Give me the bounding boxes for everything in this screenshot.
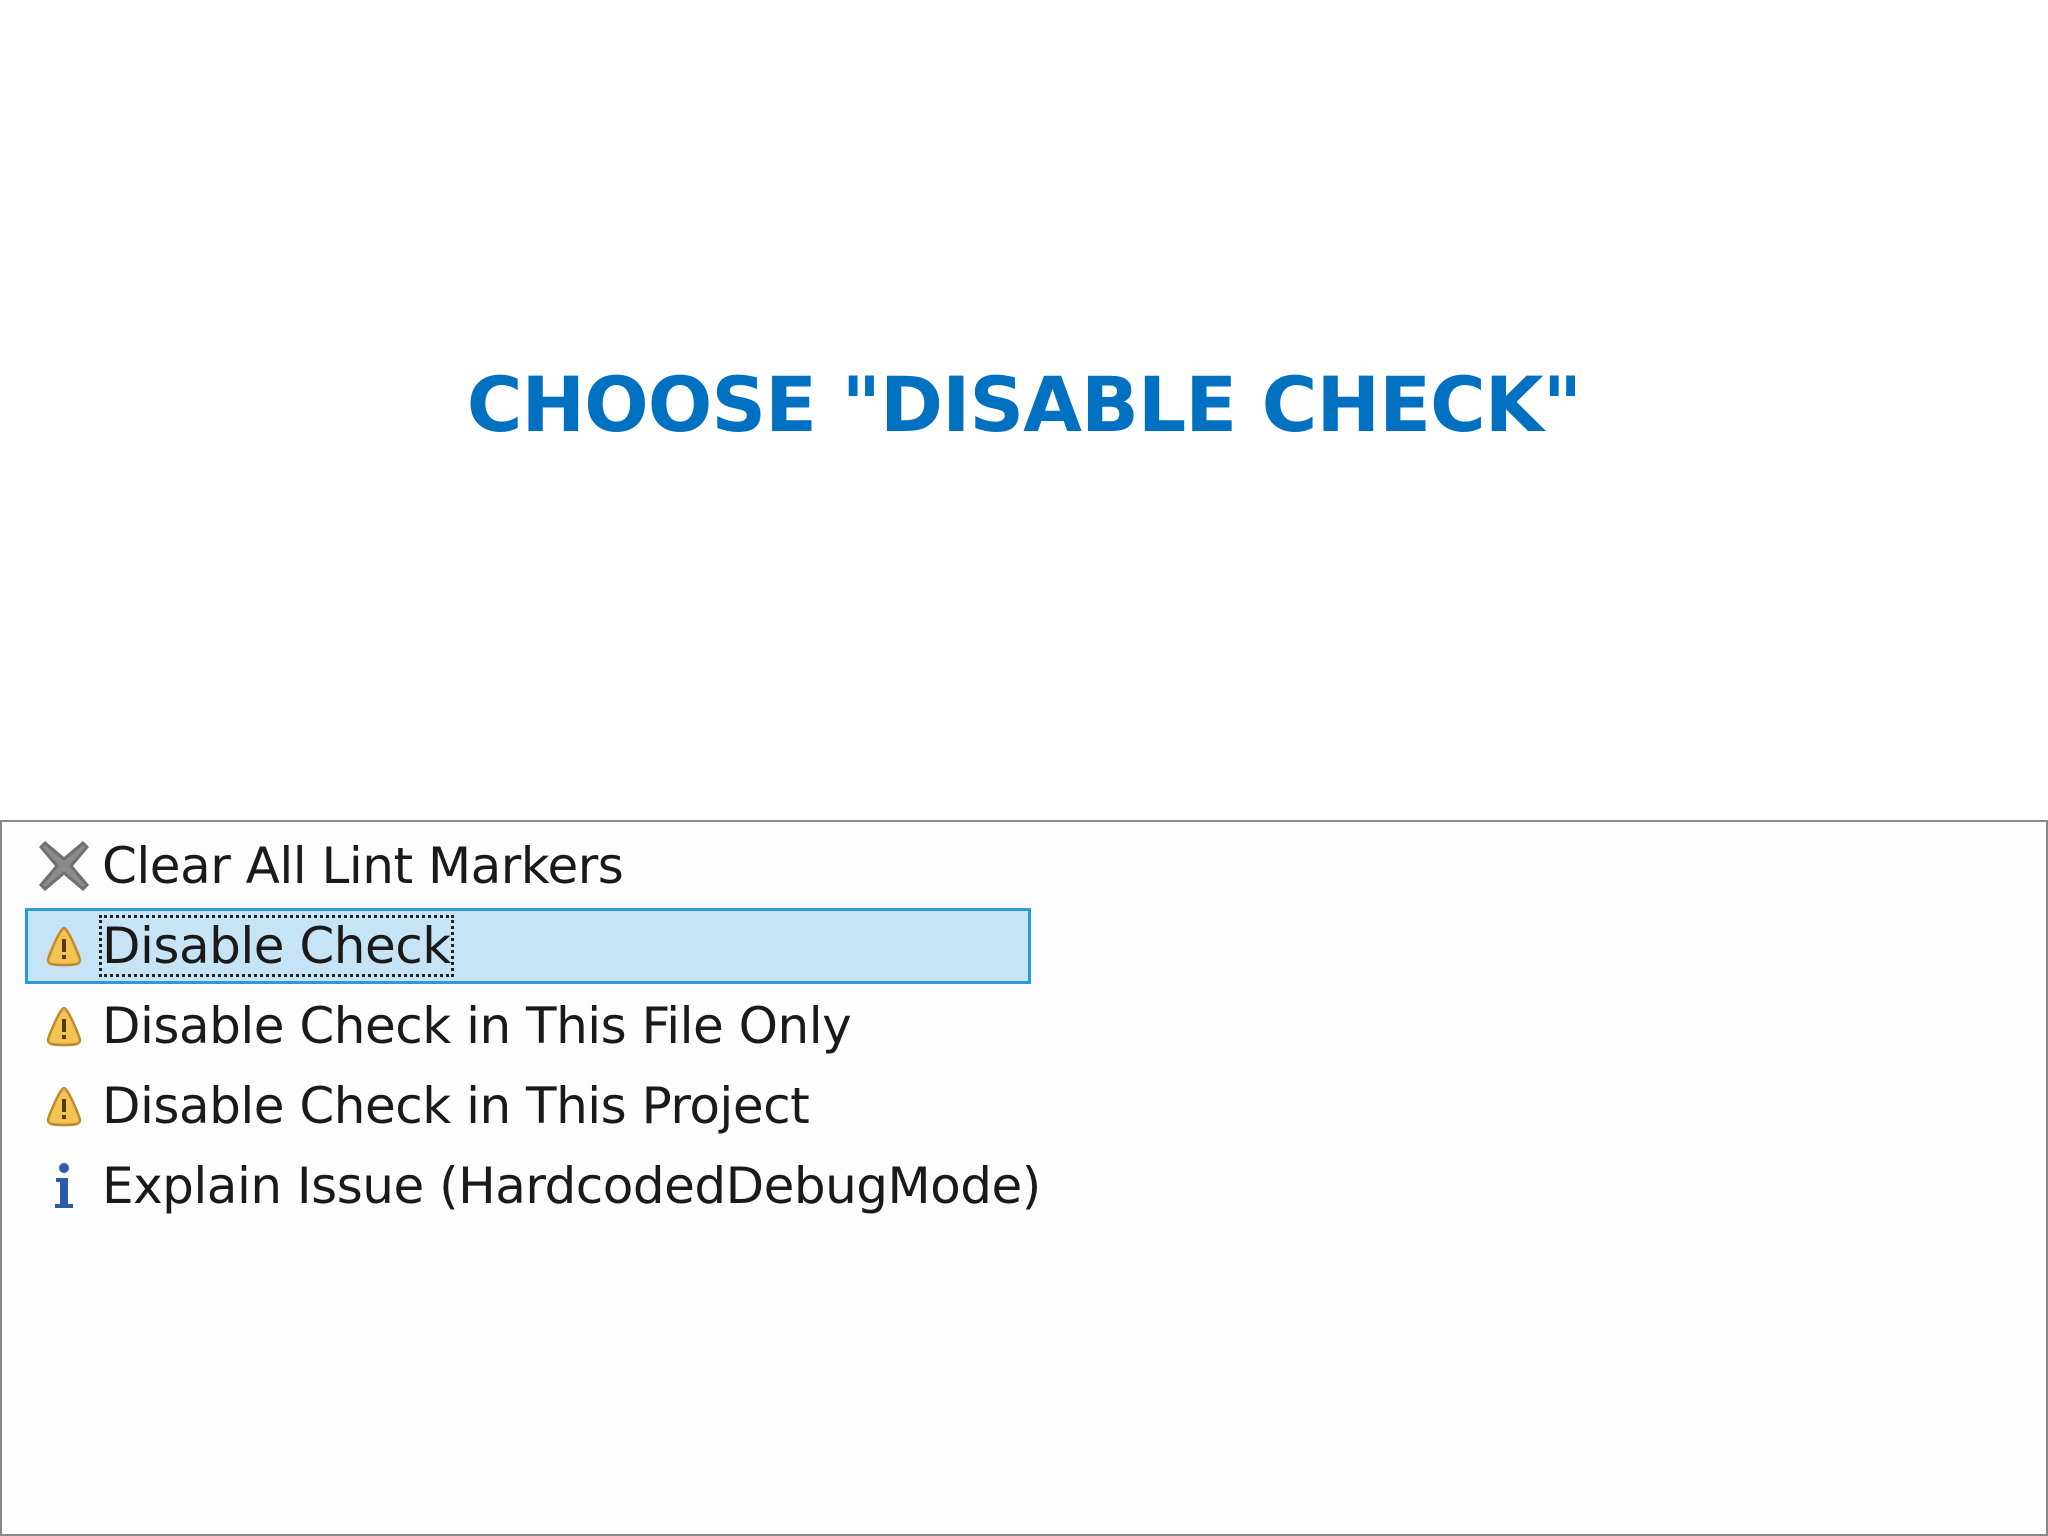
list-item-disable-check-in-this-file-only[interactable]: Disable Check in This File Only (25, 988, 1031, 1064)
list-item-explain-issue[interactable]: Explain Issue (HardcodedDebugMode) (25, 1148, 1041, 1224)
list-item-label: Explain Issue (HardcodedDebugMode) (102, 1157, 1041, 1215)
list-item-label: Disable Check in This File Only (102, 997, 852, 1055)
list-item-disable-check[interactable]: Disable Check (25, 908, 1031, 984)
warning-icon (32, 994, 96, 1058)
clear-x-icon (32, 834, 96, 898)
list-item-disable-check-in-this-project[interactable]: Disable Check in This Project (25, 1068, 1031, 1144)
warning-icon (32, 1074, 96, 1138)
list-item-label: Disable Check (99, 915, 454, 977)
info-icon (32, 1154, 96, 1218)
warning-icon (32, 914, 96, 978)
list-item-label: Disable Check in This Project (102, 1077, 810, 1135)
slide-title: CHOOSE "DISABLE CHECK" (466, 360, 1583, 449)
quick-fix-list[interactable]: Clear All Lint Markers Disable Check Dis… (0, 820, 2048, 1536)
list-item-clear-all-lint-markers[interactable]: Clear All Lint Markers (25, 828, 1031, 904)
list-item-label: Clear All Lint Markers (102, 837, 624, 895)
